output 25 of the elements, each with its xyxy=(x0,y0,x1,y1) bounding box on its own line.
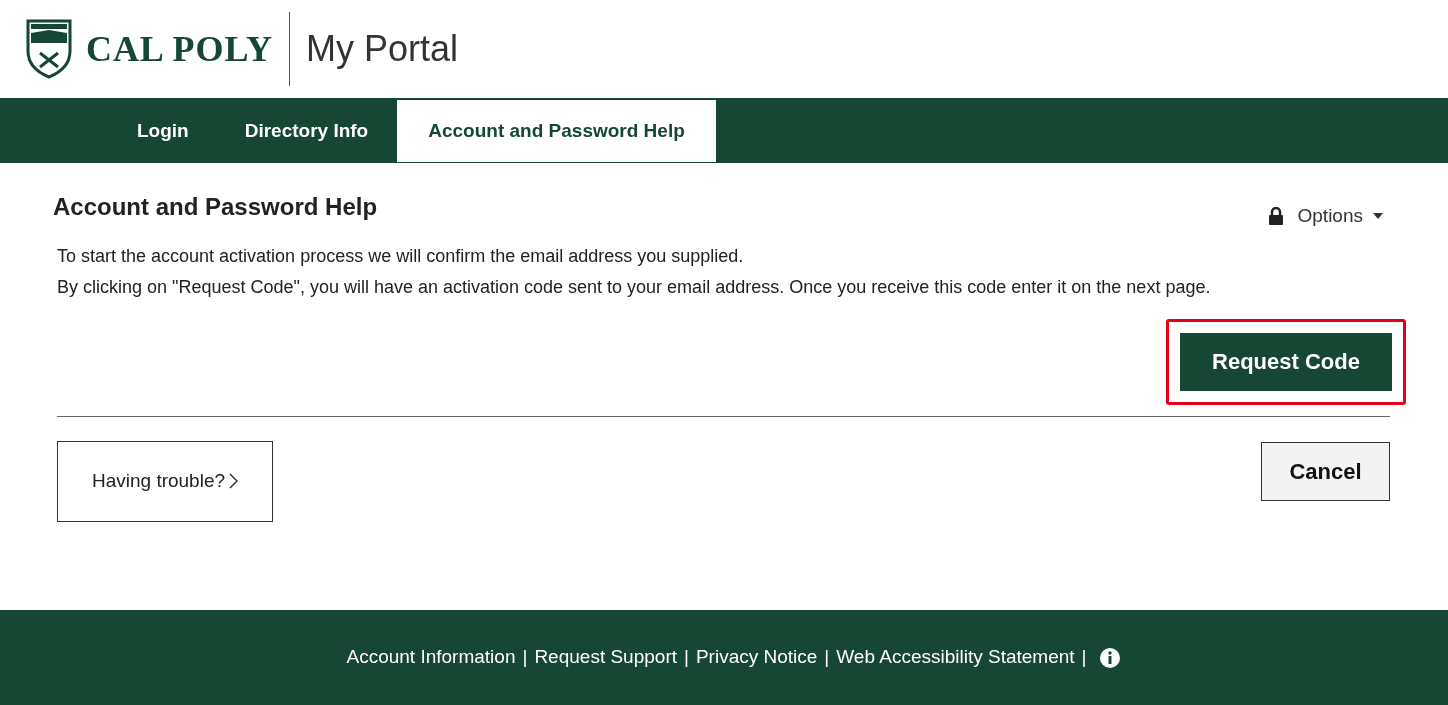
nav-tab[interactable]: Directory Info xyxy=(216,99,397,163)
page-heading: Account and Password Help xyxy=(53,192,378,222)
footer-link[interactable]: Privacy Notice xyxy=(695,643,818,672)
chevron-right-icon xyxy=(229,473,239,489)
footer-link[interactable]: Request Support xyxy=(534,643,677,672)
portal-title: My Portal xyxy=(305,27,458,71)
request-code-button[interactable]: Request Code xyxy=(1180,332,1392,391)
nav-tab[interactable]: Login xyxy=(109,99,217,163)
footer-link[interactable]: Web Accessibility Statement xyxy=(836,643,1075,672)
instruction-paragraph: By clicking on "Request Code", you will have an activation code sent to your email address. Once you receive this code enter it on the next page. xyxy=(57,275,1212,299)
footer-link[interactable]: Account Information xyxy=(346,643,516,672)
shield-logo-icon xyxy=(26,19,72,79)
link-separator: | xyxy=(1081,645,1087,670)
caret-icon xyxy=(1373,213,1383,220)
link-separator: | xyxy=(684,645,689,670)
logo-wordmark: CAL POLY xyxy=(86,28,273,71)
options-menu[interactable]: Options xyxy=(1267,202,1383,231)
having-trouble-link[interactable]: Having trouble? xyxy=(57,440,273,522)
info-icon[interactable] xyxy=(1099,647,1120,668)
instruction-paragraph: To start the account activation process we will confirm the email address you supplied. xyxy=(57,244,745,268)
lock-icon xyxy=(1267,207,1284,226)
cancel-button[interactable]: Cancel xyxy=(1261,441,1390,501)
nav-tab[interactable]: Account and Password Help xyxy=(396,99,717,163)
link-separator: | xyxy=(522,645,528,670)
link-separator: | xyxy=(824,645,830,670)
